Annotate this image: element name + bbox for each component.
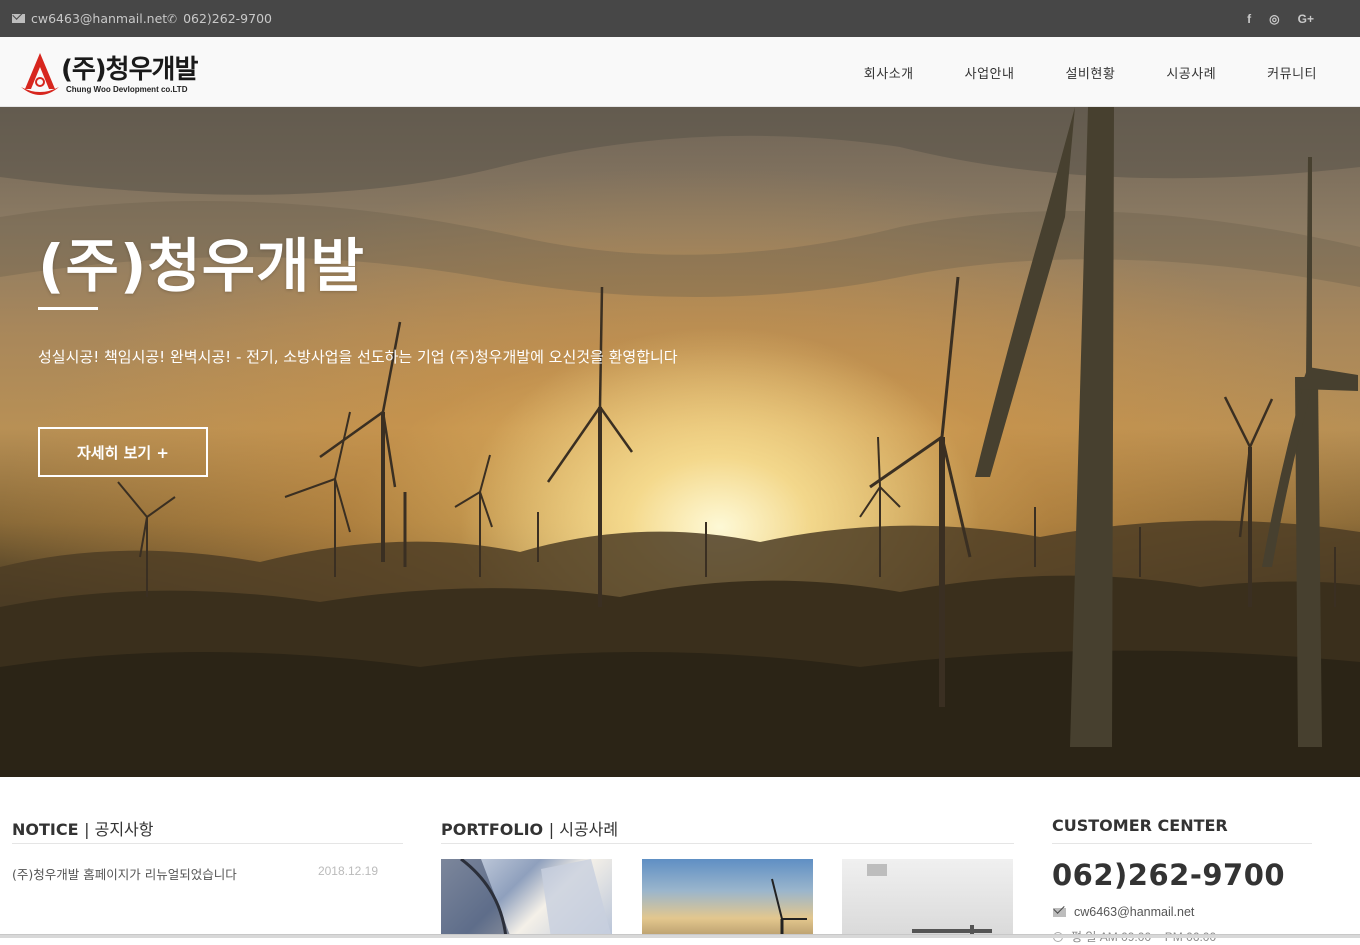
notice-heading-kr: 공지사항 — [94, 820, 154, 839]
customer-email-text: cw6463@hanmail.net — [1074, 905, 1195, 919]
notice-item[interactable]: (주)청우개발 홈페이지가 리뉴얼되었습니다 2018.12.19 — [12, 864, 378, 882]
notice-heading-en: NOTICE — [12, 820, 79, 839]
portfolio-thumbnail-1[interactable] — [441, 859, 612, 938]
logo-mark-icon — [21, 53, 59, 95]
main-nav: 회사소개 사업안내 설비현황 시공사례 커뮤니티 — [813, 37, 1317, 107]
notice-item-title: (주)청우개발 홈페이지가 리뉴얼되었습니다 — [12, 867, 237, 882]
portfolio-heading: PORTFOLIO | 시공사례 — [441, 816, 618, 840]
hero-title: (주)청우개발 — [38, 232, 365, 300]
google-plus-icon[interactable]: G+ — [1298, 12, 1314, 26]
notice-divider — [12, 843, 403, 844]
heading-separator: | — [84, 820, 95, 839]
nav-item-facilities[interactable]: 설비현황 — [1065, 63, 1115, 82]
building-image — [441, 859, 612, 938]
topbar-phone[interactable]: ✆ 062)262-9700 — [167, 0, 272, 37]
portfolio-divider — [441, 843, 1014, 844]
topbar-email-text: cw6463@hanmail.net — [31, 11, 168, 26]
customer-divider — [1052, 843, 1312, 844]
nav-item-portfolio[interactable]: 시공사례 — [1166, 63, 1216, 82]
site-header: (주)청우개발 Chung Woo Devlopment co.LTD 회사소개… — [0, 37, 1360, 107]
portfolio-heading-kr: 시공사례 — [559, 820, 619, 839]
portfolio-heading-en: PORTFOLIO — [441, 820, 544, 839]
hero-more-button[interactable]: 자세히 보기 + — [38, 427, 208, 477]
social-links: f ◎ G+ — [1247, 0, 1314, 37]
hero-content: (주)청우개발 성실시공! 책임시공! 완벽시공! - 전기, 소방사업을 선도… — [38, 107, 838, 777]
envelope-icon — [1053, 907, 1066, 917]
notice-item-date: 2018.12.19 — [317, 864, 378, 878]
hero-banner: (주)청우개발 성실시공! 책임시공! 완벽시공! - 전기, 소방사업을 선도… — [0, 107, 1360, 777]
hero-subtitle: 성실시공! 책임시공! 완벽시공! - 전기, 소방사업을 선도하는 기업 (주… — [38, 348, 678, 366]
customer-email[interactable]: cw6463@hanmail.net — [1053, 905, 1194, 919]
customer-phone[interactable]: 062)262-9700 — [1052, 858, 1285, 892]
topbar-email[interactable]: cw6463@hanmail.net — [12, 0, 167, 37]
instagram-icon[interactable]: ◎ — [1269, 12, 1279, 26]
turbine-image — [771, 878, 807, 938]
notice-heading: NOTICE | 공지사항 — [12, 816, 153, 840]
logo-subtitle: Chung Woo Devlopment co.LTD — [66, 85, 188, 94]
pipe-image — [867, 864, 992, 938]
nav-item-company[interactable]: 회사소개 — [864, 63, 914, 82]
heading-separator: | — [548, 820, 560, 839]
logo-title: (주)청우개발 — [61, 55, 198, 85]
facebook-icon[interactable]: f — [1247, 12, 1251, 26]
nav-item-community[interactable]: 커뮤니티 — [1267, 63, 1317, 82]
phone-icon: ✆ — [167, 11, 178, 26]
portfolio-thumbnail-3[interactable] — [842, 859, 1013, 938]
bottom-scroll-strip — [0, 934, 1360, 938]
hero-divider — [38, 307, 98, 310]
top-bar: cw6463@hanmail.net ✆ 062)262-9700 f ◎ G+ — [0, 0, 1360, 37]
envelope-icon — [12, 14, 25, 23]
customer-center-heading: CUSTOMER CENTER — [1052, 816, 1228, 835]
nav-item-business[interactable]: 사업안내 — [965, 63, 1015, 82]
portfolio-thumbnail-2[interactable] — [642, 859, 813, 938]
site-logo[interactable]: (주)청우개발 Chung Woo Devlopment co.LTD — [19, 49, 219, 99]
topbar-phone-text: 062)262-9700 — [183, 11, 272, 26]
